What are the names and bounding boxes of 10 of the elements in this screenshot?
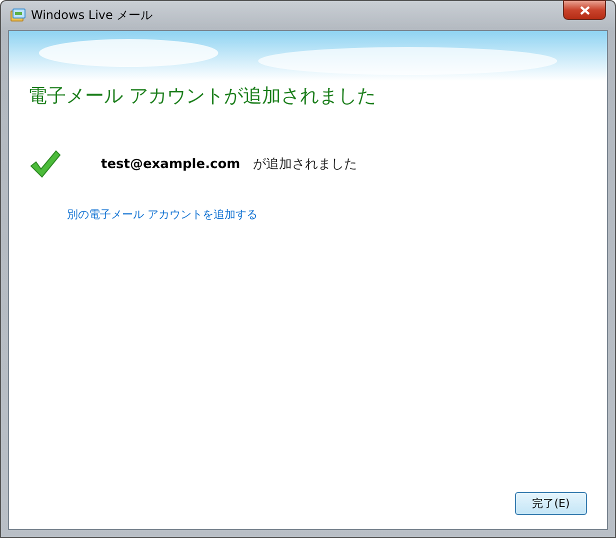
add-account-link[interactable]: 別の電子メール アカウントを追加する	[67, 207, 258, 222]
window-title: Windows Live メール	[31, 7, 153, 24]
close-icon	[580, 6, 590, 14]
page-heading: 電子メール アカウントが追加されました	[28, 84, 378, 109]
account-email: test@example.com	[101, 156, 242, 172]
mail-app-icon	[10, 8, 26, 24]
checkmark-icon	[29, 149, 61, 179]
close-button[interactable]	[563, 0, 606, 20]
finish-button[interactable]: 完了(E)	[515, 492, 587, 515]
status-message: が追加されました	[253, 156, 357, 173]
